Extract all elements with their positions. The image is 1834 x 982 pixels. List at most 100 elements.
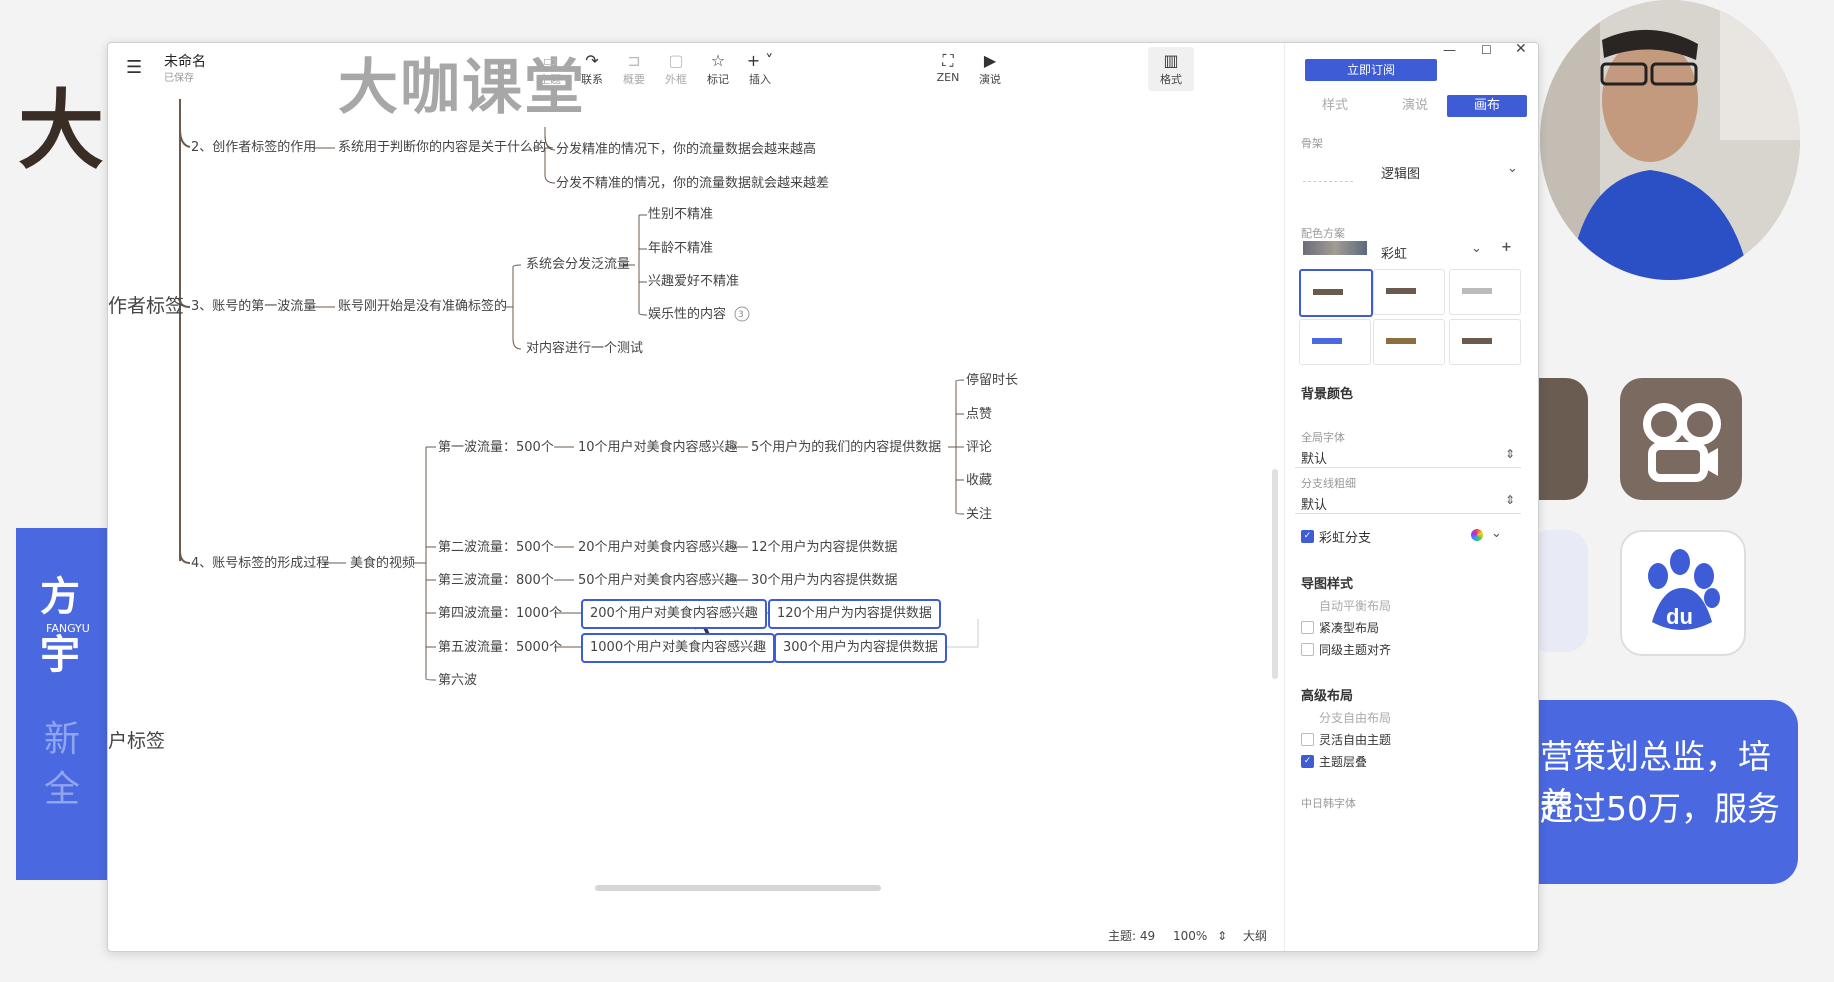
tab-present[interactable]: 演说 [1375,95,1455,117]
branch-3-topic[interactable]: 3、账号的第一波流量 [191,298,316,316]
wave-4-topic[interactable]: 第四波流量：1000个 [438,605,562,623]
maximize-icon[interactable]: ☐ [1481,43,1492,57]
branch-3-item-1[interactable]: 性别不精准 [648,206,713,224]
close-icon[interactable]: ✕ [1515,43,1527,57]
color-scheme-dropdown-icon[interactable]: ⌄ [1471,241,1482,256]
wave-1-data[interactable]: 5个用户为的我们的内容提供数据 [751,439,941,457]
toolbar-boundary-button[interactable]: ▢ 外框 [654,51,698,87]
root-topic-label-2[interactable]: 户标签 [108,732,165,751]
horizontal-scrollbar[interactable] [595,885,881,891]
skeleton-value[interactable]: 逻辑图 [1381,163,1420,182]
branch-3-child[interactable]: 账号刚开始是没有准确标签的 [338,298,507,316]
wave-5-data[interactable]: 300个用户为内容提供数据 [774,633,947,663]
compact-checkbox[interactable] [1301,621,1314,634]
background-right-card: 营策划总监，培养 超过50万，服务 [1508,700,1798,884]
tab-canvas[interactable]: 画布 [1447,95,1527,117]
theme-thumb-3[interactable] [1449,269,1521,315]
skeleton-dropdown-icon[interactable]: ⌄ [1507,161,1518,176]
file-save-status: 已保存 [164,73,194,84]
wave-6-topic[interactable]: 第六波 [438,672,477,690]
global-font-value: 默认 [1301,452,1328,467]
topic-icon: ▭ [542,51,558,70]
stepper-icon: ⇕ [1504,493,1515,507]
toolbar-topic-button[interactable]: ▭ 主题 [528,51,572,87]
branch-3-item-3[interactable]: 兴趣爱好不精准 [648,273,739,291]
webcam-overlay [1540,0,1800,280]
branch-4-topic[interactable]: 4、账号标签的形成过程 [191,555,329,573]
auto-balance-option[interactable]: 自动平衡布局 [1319,597,1391,614]
wave-4-interest[interactable]: 200个用户对美食内容感兴趣 [581,599,767,629]
rainbow-color-icon[interactable] [1471,529,1483,541]
rainbow-dropdown-icon[interactable]: ⌄ [1491,526,1502,541]
wave-5-interest[interactable]: 1000个用户对美食内容感兴趣 [581,633,776,663]
branch-3-item-2[interactable]: 年龄不精准 [648,240,713,258]
theme-thumb-6[interactable] [1449,319,1521,365]
sidebar-tabs: 样式 演说 画布 [1295,95,1535,117]
wave-3-data[interactable]: 30个用户为内容提供数据 [751,572,898,590]
rainbow-branch-checkbox[interactable]: ✓ [1301,530,1314,543]
format-button[interactable]: ▥ 格式 [1148,47,1194,91]
theme-thumb-4[interactable] [1299,319,1371,365]
bg-color-label[interactable]: 背景颜色 [1301,383,1353,402]
free-layout-option[interactable]: 分支自由布局 [1319,709,1391,726]
toolbar-summary-button[interactable]: ⊐ 概要 [612,51,656,87]
metric-3[interactable]: 评论 [966,439,992,457]
stepper-icon: ⇕ [1504,447,1515,461]
color-scheme-label: 配色方案 [1301,227,1345,240]
mindmap-canvas[interactable]: 作者标签 户标签 2、创作者标签的作用 系统用于判断你的内容是关于什么的 分发精… [108,99,1284,951]
color-scheme-value[interactable]: 彩虹 [1381,243,1407,262]
topic-count: 主题: 49 [1108,929,1156,943]
wave-4-data[interactable]: 120个用户为内容提供数据 [768,599,941,629]
minimize-icon[interactable]: — [1443,43,1456,58]
toolbar-relation-button[interactable]: ↷ 联系 [570,51,614,87]
outline-button[interactable]: 大纲 [1243,929,1267,943]
toolbar-star-button[interactable]: ☆ 标记 [696,51,740,87]
wave-2-data[interactable]: 12个用户为内容提供数据 [751,539,898,557]
branch-2-leaf-1[interactable]: 分发精准的情况下，你的流量数据会越来越高 [556,141,816,159]
wave-1-interest[interactable]: 10个用户对美食内容感兴趣 [578,439,738,457]
branch-2-topic[interactable]: 2、创作者标签的作用 [191,139,316,157]
background-panel-line2: 全 [44,769,81,810]
toolbar-zen-button[interactable]: ⛶ ZEN [926,51,970,84]
branch-3-item-4[interactable]: 娱乐性的内容 [648,306,726,324]
file-title[interactable]: 未命名 [164,51,206,71]
branch-3-sub-2[interactable]: 对内容进行一个测试 [526,340,643,358]
branch-3-sub-1[interactable]: 系统会分发泛流量 [526,256,630,274]
toolbar-present-button[interactable]: ▶ 演说 [968,51,1012,87]
zoom-stepper-icon[interactable]: ⇕ [1217,929,1227,943]
menu-icon[interactable]: ☰ [126,57,142,78]
metric-2[interactable]: 点赞 [966,406,992,424]
collapsed-count-badge[interactable]: 3 [738,306,744,324]
zen-icon: ⛶ [942,51,954,70]
flexible-free-label: 灵活自由主题 [1319,733,1392,747]
toolbar-label: 标记 [707,73,729,86]
vertical-scrollbar[interactable] [1272,469,1278,679]
wave-2-interest[interactable]: 20个用户对美食内容感兴趣 [578,539,738,557]
theme-thumb-2[interactable] [1373,269,1445,315]
branch-2-leaf-2[interactable]: 分发不精准的情况，你的流量数据就会越来越差 [556,175,829,193]
global-font-select[interactable]: 默认 ⇕ [1295,445,1521,468]
branch-2-child[interactable]: 系统用于判断你的内容是关于什么的 [338,139,546,157]
branch-4-child[interactable]: 美食的视频 [350,555,415,573]
subscribe-button[interactable]: 立即订阅 [1305,59,1437,81]
metric-4[interactable]: 收藏 [966,472,992,490]
theme-thumb-1[interactable] [1299,269,1373,317]
wave-1-topic[interactable]: 第一波流量：500个 [438,439,554,457]
zoom-level[interactable]: 100% [1173,929,1207,943]
root-topic-label[interactable]: 作者标签 [108,297,184,316]
toolbar-plus-button[interactable]: + ˅ 插入 [738,51,782,87]
branch-width-select[interactable]: 默认 ⇕ [1295,491,1521,514]
wave-2-topic[interactable]: 第二波流量：500个 [438,539,554,557]
flexible-free-checkbox[interactable] [1301,733,1314,746]
tab-style[interactable]: 样式 [1295,95,1375,117]
theme-thumb-5[interactable] [1373,319,1445,365]
metric-5[interactable]: 关注 [966,506,992,524]
metric-1[interactable]: 停留时长 [966,372,1018,390]
toolbar-label: ZEN [936,71,960,84]
align-same-checkbox[interactable] [1301,643,1314,656]
wave-3-topic[interactable]: 第三波流量：800个 [438,572,554,590]
wave-3-interest[interactable]: 50个用户对美食内容感兴趣 [578,572,738,590]
overlap-checkbox[interactable]: ✓ [1301,755,1314,768]
add-scheme-icon[interactable]: + [1501,240,1512,255]
wave-5-topic[interactable]: 第五波流量：5000个 [438,639,562,657]
